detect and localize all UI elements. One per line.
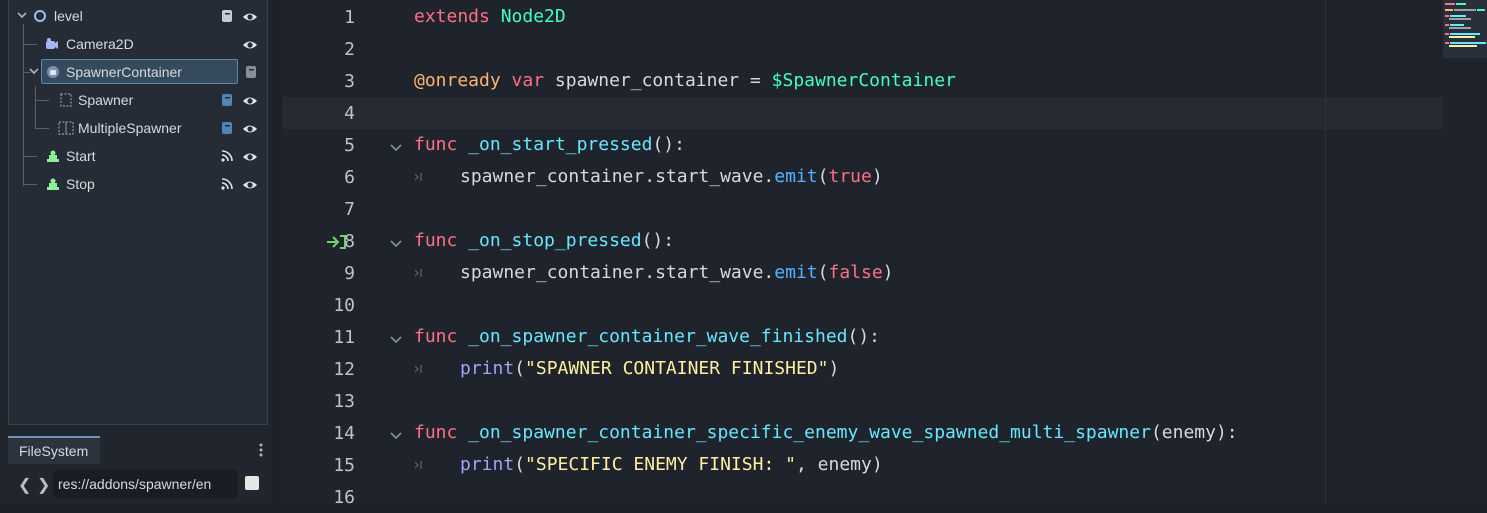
- line-number: 2: [344, 39, 355, 60]
- line-length-guide: [1325, 0, 1326, 504]
- fold-chevron-icon[interactable]: [390, 236, 402, 248]
- code-line[interactable]: 14 func _on_spawner_container_specific_en…: [282, 417, 1443, 449]
- scene-tree-panel: level Camera2D SpawnerContainer Spawner: [8, 0, 268, 425]
- code-line[interactable]: 4: [282, 97, 1443, 129]
- visibility-eye-icon[interactable]: [242, 122, 258, 136]
- tree-item-label: Camera2D: [66, 36, 134, 52]
- line-number: 7: [344, 199, 355, 220]
- line-number: 16: [333, 487, 355, 508]
- line-number: 1: [344, 7, 355, 28]
- tab-indent-icon: [414, 170, 424, 184]
- line-number: 13: [333, 391, 355, 412]
- code-line[interactable]: 7: [282, 193, 1443, 225]
- fold-chevron-icon[interactable]: [390, 332, 402, 344]
- tab-indent-icon: [414, 266, 424, 280]
- code-text: @onready var spawner_container = $Spawne…: [414, 70, 956, 91]
- code-text: func _on_spawner_container_wave_finished…: [414, 326, 881, 347]
- tab-indent-icon: [414, 458, 424, 472]
- tree-item-label: Stop: [66, 176, 95, 192]
- fold-chevron-icon[interactable]: [390, 428, 402, 440]
- tree-item-label: Spawner: [78, 92, 134, 108]
- visibility-eye-icon[interactable]: [242, 178, 258, 192]
- line-number: 5: [344, 135, 355, 156]
- button-node-icon: [46, 177, 60, 191]
- tree-item-spawner-container[interactable]: SpawnerContainer: [9, 58, 267, 86]
- code-text: spawner_container.start_wave.emit(false): [460, 262, 894, 283]
- code-text: print("SPAWNER CONTAINER FINISHED"): [460, 358, 840, 379]
- code-line[interactable]: 16: [282, 481, 1443, 513]
- signal-connection-icon[interactable]: [220, 149, 234, 163]
- code-line[interactable]: 10: [282, 289, 1443, 321]
- chevron-down-icon[interactable]: [29, 66, 39, 76]
- tree-item-level[interactable]: level: [9, 2, 267, 30]
- spawner-icon: [59, 93, 73, 107]
- code-line[interactable]: 1 extends Node2D: [282, 1, 1443, 33]
- code-line[interactable]: 2: [282, 33, 1443, 65]
- kebab-menu-icon[interactable]: [259, 442, 263, 458]
- filesystem-tabbar: FileSystem: [8, 436, 270, 464]
- toggle-split-icon[interactable]: [245, 476, 259, 490]
- tree-item-start[interactable]: Start: [9, 142, 267, 170]
- script-icon[interactable]: [244, 65, 258, 79]
- code-text: func _on_start_pressed():: [414, 134, 685, 155]
- code-text: func _on_spawner_container_specific_enem…: [414, 422, 1238, 443]
- script-icon[interactable]: [220, 93, 234, 107]
- tree-item-spawner[interactable]: Spawner: [9, 86, 267, 114]
- tree-item-label: MultipleSpawner: [78, 120, 182, 136]
- line-number: 11: [333, 327, 355, 348]
- script-editor[interactable]: 1 extends Node2D 2 3 @onready var spawner_co…: [282, 0, 1487, 508]
- tree-item-stop[interactable]: Stop: [9, 170, 267, 198]
- code-line[interactable]: 12 print("SPAWNER CONTAINER FINISHED"): [282, 353, 1443, 385]
- signal-connected-icon[interactable]: [326, 234, 348, 250]
- tab-filesystem[interactable]: FileSystem: [8, 436, 100, 464]
- code-text: spawner_container.start_wave.emit(true): [460, 166, 883, 187]
- signal-connection-icon[interactable]: [220, 177, 234, 191]
- code-text: extends Node2D: [414, 6, 566, 27]
- tree-item-label: level: [54, 8, 83, 24]
- camera2d-icon: [45, 37, 59, 51]
- line-number: 10: [333, 295, 355, 316]
- spawner-container-icon: [46, 65, 60, 79]
- line-number: 4: [344, 103, 355, 124]
- code-line[interactable]: 11 func _on_spawner_container_wave_finish…: [282, 321, 1443, 353]
- button-node-icon: [46, 149, 60, 163]
- line-number: 14: [333, 423, 355, 444]
- code-line[interactable]: 3 @onready var spawner_container = $Spawn…: [282, 65, 1443, 97]
- line-number: 9: [344, 263, 355, 284]
- visibility-eye-icon[interactable]: [242, 10, 258, 24]
- multiple-spawner-icon: [58, 121, 74, 135]
- tab-label: FileSystem: [19, 443, 89, 459]
- forward-arrow-icon[interactable]: ❯: [37, 475, 50, 495]
- tree-item-label: SpawnerContainer: [66, 64, 182, 80]
- tree-item-camera2d[interactable]: Camera2D: [9, 30, 267, 58]
- line-number: 12: [333, 359, 355, 380]
- script-icon[interactable]: [220, 9, 234, 23]
- path-field[interactable]: res://addons/spawner/en: [53, 470, 238, 498]
- script-icon[interactable]: [220, 121, 234, 135]
- code-line[interactable]: 13: [282, 385, 1443, 417]
- left-dock: level Camera2D SpawnerContainer Spawner: [0, 0, 272, 504]
- code-line[interactable]: 9 spawner_container.start_wave.emit(false…: [282, 257, 1443, 289]
- code-line[interactable]: 15 print("SPECIFIC ENEMY FINISH: ", enemy…: [282, 449, 1443, 481]
- code-line[interactable]: 6 spawner_container.start_wave.emit(true): [282, 161, 1443, 193]
- tree-item-multiple-spawner[interactable]: MultipleSpawner: [9, 114, 267, 142]
- visibility-eye-icon[interactable]: [242, 94, 258, 108]
- line-number: 6: [344, 167, 355, 188]
- visibility-eye-icon[interactable]: [242, 150, 258, 164]
- line-number: 3: [344, 71, 355, 92]
- visibility-eye-icon[interactable]: [242, 38, 258, 52]
- code-text: print("SPECIFIC ENEMY FINISH: ", enemy): [460, 454, 883, 475]
- code-line[interactable]: 8 func _on_stop_pressed():: [282, 225, 1443, 257]
- filesystem-path-row: ❮ ❯ res://addons/spawner/en: [8, 468, 270, 500]
- code-line[interactable]: 5 func _on_start_pressed():: [282, 129, 1443, 161]
- fold-chevron-icon[interactable]: [390, 140, 402, 152]
- line-number: 15: [333, 455, 355, 476]
- tree-item-label: Start: [66, 148, 96, 164]
- back-arrow-icon[interactable]: ❮: [18, 475, 31, 495]
- node2d-circle-icon: [33, 9, 47, 23]
- minimap[interactable]: [1443, 0, 1487, 58]
- chevron-down-icon[interactable]: [17, 10, 27, 20]
- tab-indent-icon: [414, 362, 424, 376]
- code-text: func _on_stop_pressed():: [414, 230, 675, 251]
